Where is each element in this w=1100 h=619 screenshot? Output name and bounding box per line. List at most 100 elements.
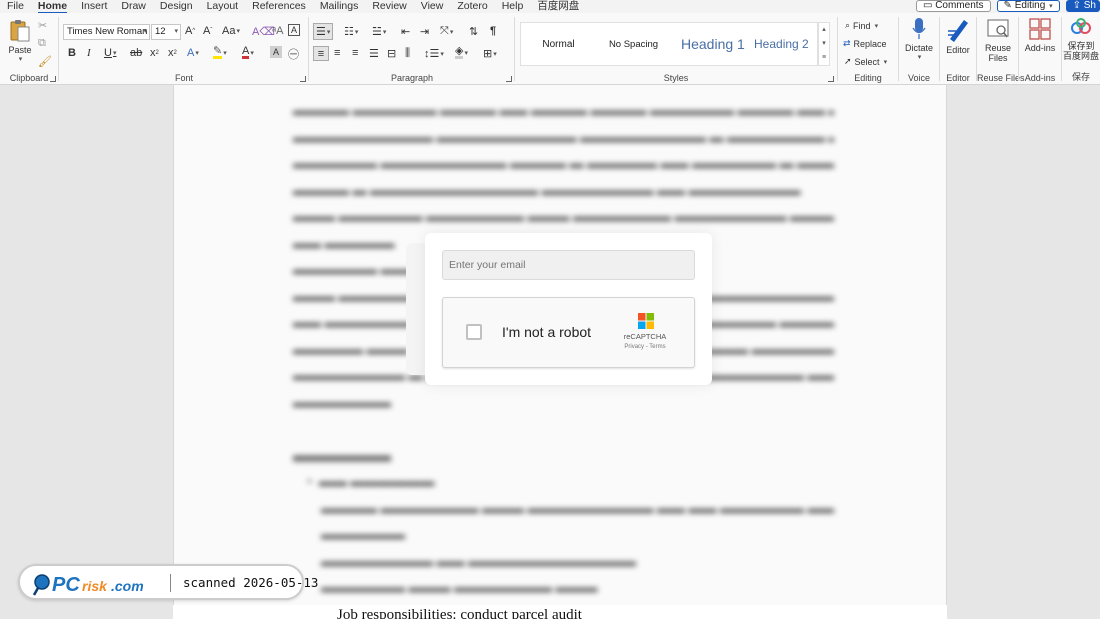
bold-icon[interactable]: B xyxy=(68,47,76,59)
styles-group: Styles xyxy=(516,13,836,85)
reuse-files-group-label: Reuse Files xyxy=(977,73,1025,83)
clipboard-group: Paste ▾ ✂ ⧉ 🖌 Clipboard xyxy=(0,13,58,85)
chevron-down-icon: ▾ xyxy=(143,28,147,35)
select-label: Select xyxy=(854,56,880,67)
italic-icon[interactable]: I xyxy=(87,47,91,59)
tab-design[interactable]: Design xyxy=(153,0,200,13)
multilevel-list-icon[interactable]: ☱ ▾ xyxy=(372,25,386,38)
share-icon: ⇪ xyxy=(1072,0,1081,11)
search-icon: ⌕ xyxy=(845,20,851,30)
format-painter-icon[interactable]: 🖌 xyxy=(38,55,52,68)
styles-launcher-icon[interactable] xyxy=(828,76,834,82)
text-effects-icon[interactable]: A ▾ xyxy=(187,47,199,59)
styles-group-label: Styles xyxy=(663,73,689,83)
tab-draw[interactable]: Draw xyxy=(114,0,153,13)
chevron-down-icon: ▾ xyxy=(174,28,178,35)
shrink-font-icon[interactable]: Aˇ xyxy=(203,25,212,37)
reuse-files-label: Reuse Files xyxy=(984,43,1011,63)
cut-icon[interactable]: ✂ xyxy=(38,19,47,32)
align-right-icon[interactable]: ≡ xyxy=(352,47,358,59)
paragraph-launcher-icon[interactable] xyxy=(506,76,512,82)
editor-button[interactable]: Editor xyxy=(942,17,974,55)
font-size-select[interactable]: 12 ▾ xyxy=(151,24,181,40)
borders-icon[interactable]: ⊞ ▾ xyxy=(483,47,497,60)
save-to-baidu-button[interactable]: 保存到 百度网盘 xyxy=(1062,17,1100,61)
addins-button[interactable]: Add-ins xyxy=(1021,17,1059,53)
share-button[interactable]: ⇪ Sh xyxy=(1065,0,1100,12)
recaptcha-privacy-terms[interactable]: Privacy - Terms xyxy=(614,344,676,350)
pcrisk-watermark: PC risk .com scanned 2026-05-13 xyxy=(18,564,318,600)
tab-mailings[interactable]: Mailings xyxy=(313,0,366,13)
justify-icon[interactable]: ☰ xyxy=(369,47,379,60)
dictate-button[interactable]: Dictate ▾ xyxy=(902,17,936,63)
reuse-files-icon xyxy=(987,19,1009,38)
bullets-icon[interactable]: ☰ ▾ xyxy=(313,23,334,40)
font-name-select[interactable]: Times New Roman ▾ xyxy=(63,24,150,40)
editing-mode-button[interactable]: ✎ Editing ▾ xyxy=(996,0,1060,12)
increase-indent-icon[interactable]: ⇥ xyxy=(420,25,429,38)
recaptcha-label: I'm not a robot xyxy=(502,324,592,340)
enclose-characters-icon[interactable]: ㊀ xyxy=(288,46,299,62)
line-spacing-icon[interactable]: ↕☰ ▾ xyxy=(424,47,444,60)
chinese-layout-icon[interactable]: ⤧ ▾ xyxy=(440,25,453,38)
find-button[interactable]: ⌕ Find ▾ xyxy=(845,20,878,31)
email-input[interactable] xyxy=(442,250,695,280)
voice-group: Dictate ▾ Voice xyxy=(899,13,939,85)
share-label: Sh xyxy=(1083,0,1096,11)
cursor-icon: ➚ xyxy=(844,56,852,66)
clipboard-launcher-icon[interactable] xyxy=(50,76,56,82)
font-name-value: Times New Roman xyxy=(67,26,148,37)
subscript-icon[interactable]: x2 xyxy=(150,47,159,59)
superscript-icon[interactable]: x2 xyxy=(168,47,177,59)
divider xyxy=(837,17,838,81)
show-marks-icon[interactable]: ¶ xyxy=(490,25,496,37)
pcrisk-logo-icon: PC risk .com xyxy=(32,574,144,596)
voice-group-label: Voice xyxy=(907,73,931,83)
numbering-icon[interactable]: ☷ ▾ xyxy=(344,25,358,38)
sort-icon[interactable]: ⇅ xyxy=(469,25,478,38)
character-border-icon[interactable]: A xyxy=(288,24,300,36)
addins-group: Add-ins Add-ins xyxy=(1019,13,1061,85)
tab-file[interactable]: File xyxy=(0,0,31,13)
menu-bar: File Home Insert Draw Design Layout Refe… xyxy=(0,0,1100,14)
font-launcher-icon[interactable] xyxy=(300,76,306,82)
change-case-icon[interactable]: Aa ▾ xyxy=(222,25,240,37)
phonetic-guide-icon[interactable]: ᵃA xyxy=(272,25,283,37)
paste-button[interactable]: Paste ▾ xyxy=(6,19,34,65)
grow-font-icon[interactable]: A ^ xyxy=(185,25,195,37)
reuse-files-button[interactable]: Reuse Files xyxy=(979,17,1017,63)
tab-baidu[interactable]: 百度网盘 xyxy=(530,0,586,13)
decrease-indent-icon[interactable]: ⇤ xyxy=(401,25,410,38)
align-center-icon[interactable]: ≡ xyxy=(334,47,340,59)
comments-button[interactable]: ▭ Comments xyxy=(915,0,991,12)
chevron-down-icon: ▾ xyxy=(874,22,879,30)
highlight-icon[interactable]: ✎ ▾ xyxy=(213,46,227,59)
align-left-icon[interactable]: ≡ xyxy=(313,46,329,61)
tab-view[interactable]: View xyxy=(414,0,451,13)
font-color-icon[interactable]: A ▾ xyxy=(242,46,254,59)
tab-home[interactable]: Home xyxy=(31,0,74,14)
editor-icon xyxy=(948,20,968,42)
select-button[interactable]: ➚ Select ▾ xyxy=(844,56,887,67)
tab-references[interactable]: References xyxy=(245,0,313,13)
replace-button[interactable]: ⇄ Replace xyxy=(843,38,887,49)
recaptcha-checkbox[interactable] xyxy=(466,324,482,340)
tab-review[interactable]: Review xyxy=(365,0,413,13)
recaptcha-widget: I'm not a robot reCAPTCHA Privacy - Term… xyxy=(442,297,695,368)
divider xyxy=(58,17,59,81)
tab-help[interactable]: Help xyxy=(495,0,531,13)
addins-group-label: Add-ins xyxy=(1024,73,1056,83)
shading-icon[interactable]: ◈ ▾ xyxy=(455,46,468,59)
character-shading-icon[interactable]: A xyxy=(270,46,282,58)
underline-icon[interactable]: U ▾ xyxy=(104,47,116,59)
strikethrough-icon[interactable]: ab xyxy=(130,47,142,59)
tab-layout[interactable]: Layout xyxy=(200,0,246,13)
font-group-label: Font xyxy=(174,73,193,83)
distributed-icon[interactable]: ⊟ xyxy=(387,47,396,60)
copy-icon[interactable]: ⧉ xyxy=(38,37,46,50)
tab-zotero[interactable]: Zotero xyxy=(450,0,494,13)
column-layout-icon[interactable]: ⫼ xyxy=(405,47,410,60)
paragraph-group-label: Paragraph xyxy=(390,73,434,83)
scan-date: scanned 2026-05-13 xyxy=(183,575,319,590)
tab-insert[interactable]: Insert xyxy=(74,0,114,13)
